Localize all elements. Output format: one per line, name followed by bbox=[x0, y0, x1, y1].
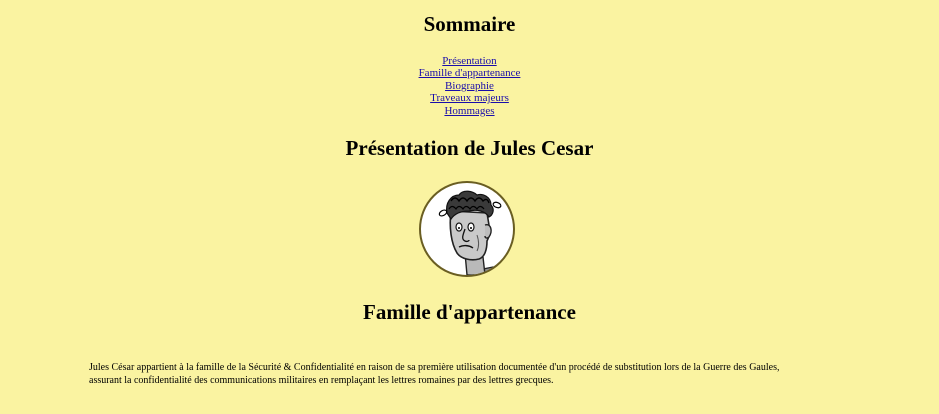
family-paragraph-line2: assurant la confidentialité des communic… bbox=[89, 374, 554, 386]
toc-link-travaux[interactable]: Traveaux majeurs bbox=[430, 92, 509, 104]
toc-link-biographie[interactable]: Biographie bbox=[445, 80, 494, 92]
caesar-sketch-icon bbox=[438, 190, 513, 275]
caesar-portrait-image bbox=[419, 181, 515, 277]
family-paragraph: Jules César appartient à la famille de l… bbox=[89, 362, 859, 387]
toc-item: Biographie bbox=[0, 80, 939, 92]
toc-item: Traveaux majeurs bbox=[0, 92, 939, 104]
family-paragraph-line1: Jules César appartient à la famille de l… bbox=[89, 362, 780, 373]
summary-title: Sommaire bbox=[423, 12, 516, 36]
toc-item: Présentation bbox=[0, 55, 939, 67]
toc-item: Famille d'appartenance bbox=[0, 67, 939, 79]
table-of-contents: Présentation Famille d'appartenance Biog… bbox=[0, 55, 939, 117]
presentation-title: Présentation de Jules Cesar bbox=[345, 136, 594, 160]
family-title: Famille d'appartenance bbox=[363, 300, 576, 324]
toc-item: Hommages bbox=[0, 105, 939, 117]
toc-link-famille[interactable]: Famille d'appartenance bbox=[419, 67, 521, 79]
toc-link-presentation[interactable]: Présentation bbox=[442, 55, 496, 67]
page: Sommaire Présentation Famille d'apparten… bbox=[0, 0, 939, 414]
toc-link-hommages[interactable]: Hommages bbox=[444, 105, 494, 117]
